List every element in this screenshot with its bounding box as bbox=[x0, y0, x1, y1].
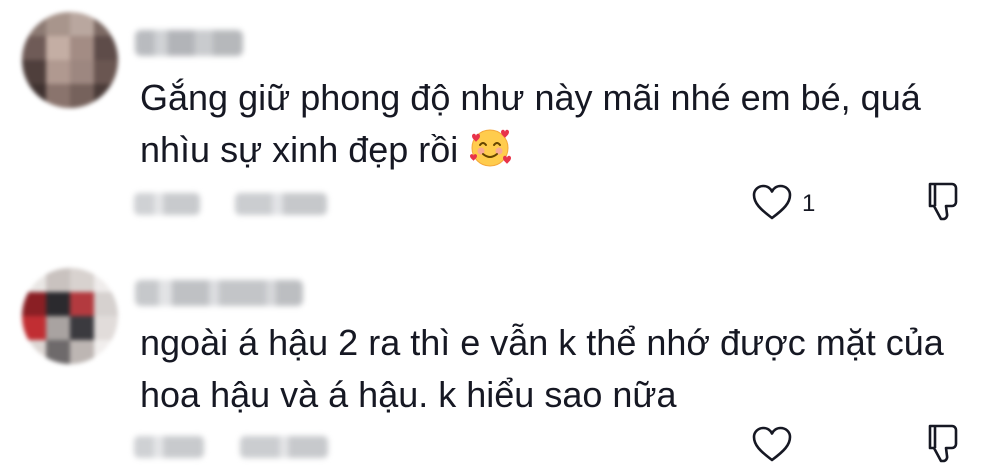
comment-text-line-1: Gắng giữ phong độ như này mãi nhé em bé,… bbox=[140, 77, 921, 118]
username-blurred[interactable] bbox=[135, 30, 243, 56]
timestamp-blurred bbox=[134, 436, 204, 458]
comment-item: ngoài á hậu 2 ra thì e vẫn k thể nhớ đượ… bbox=[0, 258, 1000, 475]
heart-outline-icon[interactable] bbox=[750, 424, 794, 464]
reply-link-blurred[interactable] bbox=[240, 436, 328, 458]
comment-text-line-1: ngoài á hậu 2 ra thì e vẫn k thể nhớ đượ… bbox=[140, 322, 944, 363]
thumbs-down-outline-icon[interactable] bbox=[922, 180, 962, 224]
comment-text-line-2: nhìu sự xinh đẹp rồi bbox=[140, 124, 512, 176]
comment-text: nhìu sự xinh đẹp rồi bbox=[140, 129, 459, 170]
thumbs-down-outline-icon[interactable] bbox=[922, 422, 962, 466]
username-blurred[interactable] bbox=[135, 280, 303, 306]
avatar[interactable] bbox=[22, 12, 118, 108]
timestamp-blurred bbox=[134, 193, 200, 215]
comment-item: Gắng giữ phong độ như này mãi nhé em bé,… bbox=[0, 0, 1000, 240]
smiling-face-with-hearts-icon bbox=[470, 129, 512, 167]
comment-text-line-2: hoa hậu và á hậu. k hiểu sao nữa bbox=[140, 374, 677, 415]
like-count: 1 bbox=[802, 190, 816, 217]
heart-outline-icon[interactable] bbox=[750, 182, 794, 222]
avatar[interactable] bbox=[22, 268, 118, 364]
reply-link-blurred[interactable] bbox=[235, 193, 327, 215]
